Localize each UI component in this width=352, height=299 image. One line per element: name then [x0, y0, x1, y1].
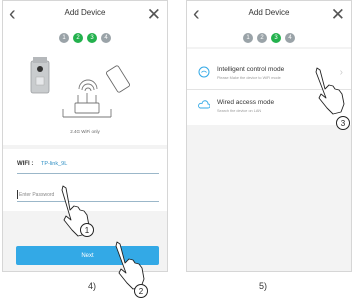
wired-access-mode-option[interactable]: Wired access mode Search the device on L… — [187, 89, 351, 126]
password-input[interactable] — [17, 189, 161, 200]
cloud-icon — [198, 100, 210, 109]
step-2: 2 — [73, 33, 83, 43]
password-row[interactable] — [17, 189, 161, 202]
device-illustration: 2.4G WiFi only — [3, 47, 167, 145]
annotation-marker-2: 2 — [134, 284, 148, 298]
wifi-cloud-icon — [198, 66, 210, 78]
step-3: 3 — [87, 33, 97, 43]
wifi-ssid[interactable]: TP-link_9L — [41, 161, 67, 167]
page-title: Add Device — [64, 8, 106, 17]
close-icon[interactable]: ✕ — [331, 3, 345, 27]
annotation-marker-3: 3 — [336, 116, 350, 130]
step-indicator: 1 2 3 4 — [187, 29, 351, 47]
step-4: 4 — [285, 33, 295, 43]
wifi-signal-icon — [78, 79, 98, 92]
wifi-label: WIFI : — [17, 161, 34, 167]
annotation-marker-1: 1 — [80, 223, 94, 237]
next-button[interactable]: Next — [16, 246, 159, 265]
wifi-form: WIFI : TP-link_9L — [3, 149, 167, 211]
close-icon[interactable]: ✕ — [147, 3, 161, 27]
page-title: Add Device — [248, 8, 290, 17]
mode-list: Intelligent control mode Please Make the… — [187, 49, 351, 125]
add-device-mode-screen: ‹ Add Device ✕ 1 2 3 4 Intelligent contr… — [186, 0, 352, 272]
wifi-row[interactable]: WIFI : TP-link_9L — [17, 161, 159, 174]
step-1: 1 — [243, 33, 253, 43]
wifi-note: 2.4G WiFi only — [70, 129, 100, 134]
router-icon — [62, 93, 112, 118]
step-3: 3 — [271, 33, 281, 43]
caption-step-5: 5) — [259, 281, 268, 291]
intelligent-control-mode-option[interactable]: Intelligent control mode Please Make the… — [187, 57, 351, 93]
mode-title: Wired access mode — [217, 99, 275, 106]
step-1: 1 — [59, 33, 69, 43]
chevron-right-icon: › — [339, 67, 343, 78]
camera-icon — [30, 57, 50, 94]
phone-icon — [106, 65, 130, 93]
mode-subtitle: Search the device on LAN — [217, 109, 262, 113]
mode-title: Intelligent control mode — [217, 66, 285, 73]
step-indicator: 1 2 3 4 — [3, 29, 167, 47]
mode-subtitle: Please Make the device to WiFi mode — [217, 76, 281, 80]
caption-step-4: 4) — [88, 281, 97, 291]
header: ‹ Add Device ✕ — [187, 1, 351, 29]
step-2: 2 — [257, 33, 267, 43]
header: ‹ Add Device ✕ — [3, 1, 167, 29]
step-4: 4 — [101, 33, 111, 43]
